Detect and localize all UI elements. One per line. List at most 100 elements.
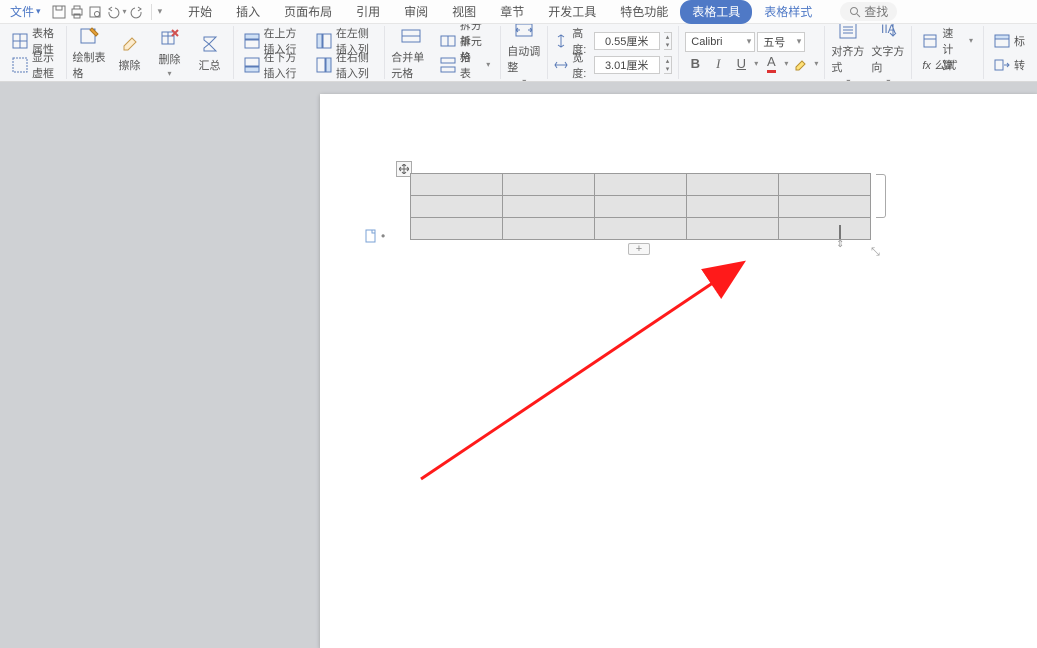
col-left-icon [316, 33, 332, 49]
table-cell[interactable] [411, 196, 503, 218]
draw-table-button[interactable]: 绘制表格 [73, 25, 107, 81]
tab-layout[interactable]: 页面布局 [272, 0, 344, 24]
draw-table-icon [79, 25, 101, 47]
autofit-label: 自动调整 [507, 43, 541, 75]
width-spinner[interactable]: ▴▾ [664, 56, 673, 74]
underline-button[interactable]: U [731, 54, 751, 74]
table-cell[interactable] [595, 196, 687, 218]
tab-home[interactable]: 开始 [176, 0, 224, 24]
save-icon[interactable] [51, 4, 67, 20]
highlight-button[interactable] [791, 54, 811, 74]
insert-row-below-button[interactable]: 在下方插入行 [240, 54, 306, 76]
title-row-button[interactable]: 标 [990, 30, 1029, 52]
table-cell[interactable] [687, 174, 779, 196]
autofit-icon [513, 24, 535, 41]
search-box[interactable]: 查找 [840, 2, 897, 21]
italic-button[interactable]: I [708, 54, 728, 74]
tab-view[interactable]: 视图 [440, 0, 488, 24]
eraser-button[interactable]: 擦除 [113, 33, 147, 73]
tab-references[interactable]: 引用 [344, 0, 392, 24]
undo-icon[interactable] [105, 4, 121, 20]
delete-button[interactable]: 删除▾ [153, 27, 187, 78]
height-spinner[interactable]: ▴▾ [664, 32, 673, 50]
undo-dropdown-icon[interactable]: ▾ [123, 7, 127, 16]
table-cell[interactable] [779, 196, 871, 218]
group-formula: 快速计算▾ fx 公式 [912, 26, 984, 79]
tab-review[interactable]: 审阅 [392, 0, 440, 24]
group-font: Calibri 五号 B I U ▾ A ▾ ▾ [679, 26, 825, 79]
eraser-label: 擦除 [119, 57, 141, 73]
document-table[interactable] [410, 173, 871, 240]
group-draw: 绘制表格 擦除 删除▾ 汇总 [67, 26, 234, 79]
bold-button[interactable]: B [685, 54, 705, 74]
bullet-icon: • [381, 229, 385, 243]
group-align: 对齐方式▾ IIA文字方向▾ [825, 26, 912, 79]
tab-developer[interactable]: 开发工具 [536, 0, 608, 24]
chevron-down-icon: ▾ [167, 69, 171, 78]
table-cell[interactable] [687, 196, 779, 218]
autofit-button[interactable]: 自动调整▾ [507, 24, 541, 82]
document-workarea: ⇕ + ⤡ • [0, 82, 1037, 648]
split-table-icon [440, 57, 456, 73]
insert-row-below-label: 在下方插入行 [264, 49, 302, 81]
chevron-down-icon: ▾ [36, 6, 41, 17]
split-table-button[interactable]: 拆分表格▾ [436, 54, 494, 76]
print-preview-icon[interactable] [87, 4, 103, 20]
text-cursor [839, 225, 841, 239]
table-cell[interactable] [503, 174, 595, 196]
title-row-icon [994, 33, 1010, 49]
formula-button[interactable]: fx 公式 [918, 54, 977, 76]
table-cell[interactable] [411, 218, 503, 240]
summary-button[interactable]: 汇总 [193, 33, 227, 73]
table-cell[interactable] [595, 218, 687, 240]
delete-icon [159, 27, 181, 49]
tab-table-style[interactable]: 表格样式 [752, 0, 824, 24]
row-select-bracket[interactable] [876, 174, 886, 218]
ribbon-tabs: 开始 插入 页面布局 引用 审阅 视图 章节 开发工具 特色功能 表格工具 表格… [176, 0, 824, 24]
sigma-icon [199, 33, 221, 55]
chevron-down-icon[interactable]: ▾ [784, 59, 788, 68]
chevron-down-icon[interactable]: ▾ [814, 59, 818, 68]
down-icon: ▾ [664, 65, 672, 73]
table-cell[interactable] [503, 218, 595, 240]
convert-button[interactable]: 转 [990, 54, 1029, 76]
tab-sections[interactable]: 章节 [488, 0, 536, 24]
chevron-down-icon: ▾ [969, 36, 973, 45]
table-cell[interactable] [503, 196, 595, 218]
row-height-icon [554, 34, 568, 48]
tab-insert[interactable]: 插入 [224, 0, 272, 24]
document-page[interactable]: ⇕ + ⤡ • [320, 94, 1037, 648]
row-resize-icon[interactable]: ⇕ [836, 239, 844, 250]
search-icon [849, 6, 861, 18]
table-cell[interactable] [779, 218, 871, 240]
file-menu[interactable]: 文件 ▾ [4, 3, 47, 20]
font-color-button[interactable]: A [761, 54, 781, 74]
row-height-input[interactable] [594, 32, 660, 50]
font-size-select[interactable]: 五号 [757, 32, 805, 52]
direction-icon: IIA [877, 24, 899, 41]
add-row-button[interactable]: + [628, 243, 650, 255]
alignment-button[interactable]: 对齐方式▾ [831, 24, 865, 82]
show-gridlines-button[interactable]: 显示虚框 [8, 54, 60, 76]
qat-overflow-icon[interactable]: ▾ [158, 6, 163, 17]
tab-special[interactable]: 特色功能 [608, 0, 680, 24]
insert-col-right-button[interactable]: 在右侧插入列 [312, 54, 378, 76]
font-family-select[interactable]: Calibri [685, 32, 755, 52]
convert-icon [994, 57, 1010, 73]
merge-cells-button[interactable]: 合并单元格 [391, 25, 430, 81]
quick-calc-button[interactable]: 快速计算▾ [918, 30, 977, 52]
chevron-down-icon[interactable]: ▾ [754, 59, 758, 68]
table-cell[interactable] [411, 174, 503, 196]
separator [151, 4, 152, 20]
tab-table-tools[interactable]: 表格工具 [680, 0, 752, 24]
text-direction-button[interactable]: IIA文字方向▾ [871, 24, 905, 82]
table-cell[interactable] [779, 174, 871, 196]
print-icon[interactable] [69, 4, 85, 20]
table-cell[interactable] [687, 218, 779, 240]
table-resize-handle[interactable]: ⤡ [871, 246, 881, 256]
col-width-icon [554, 58, 568, 72]
table-cell[interactable] [595, 174, 687, 196]
col-width-input[interactable] [594, 56, 660, 74]
redo-icon[interactable] [129, 4, 145, 20]
group-size: 高度: ▴▾ 宽度: ▴▾ [548, 26, 679, 79]
